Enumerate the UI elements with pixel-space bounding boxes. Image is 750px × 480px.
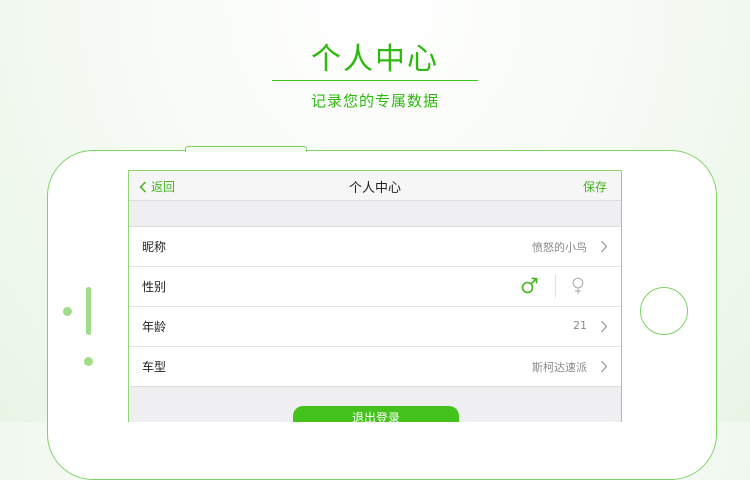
phone-side-button (86, 287, 91, 335)
chevron-right-icon (601, 240, 608, 253)
phone-camera-dot (63, 307, 72, 316)
app-screen: 返回 个人中心 保存 昵称 愤怒的小鸟 性别 年龄 21 车型 斯柯达速派 退出… (128, 170, 622, 422)
row-gender: 性别 (129, 267, 621, 307)
row-nickname[interactable]: 昵称 愤怒的小鸟 (129, 227, 621, 267)
male-icon[interactable] (521, 277, 538, 294)
promo-title: 个人中心 (311, 42, 439, 77)
row-age[interactable]: 年龄 21 (129, 307, 621, 347)
chevron-right-icon (601, 360, 608, 373)
save-button[interactable]: 保存 (583, 178, 607, 195)
gender-label: 性别 (142, 280, 167, 294)
profile-list: 昵称 愤怒的小鸟 性别 年龄 21 车型 斯柯达速派 (129, 226, 621, 387)
car-model-value: 斯柯达速派 (532, 361, 587, 374)
nickname-value: 愤怒的小鸟 (532, 241, 587, 254)
gender-divider (555, 275, 556, 298)
navigation-bar: 返回 个人中心 保存 (129, 171, 621, 201)
female-icon[interactable] (571, 277, 585, 295)
phone-home-button (640, 287, 688, 335)
nickname-label: 昵称 (142, 240, 167, 254)
age-value: 21 (573, 319, 587, 332)
phone-earpiece (185, 146, 307, 152)
row-car-model[interactable]: 车型 斯柯达速派 (129, 347, 621, 386)
age-label: 年龄 (142, 320, 167, 334)
page-title: 个人中心 (348, 181, 401, 196)
car-model-label: 车型 (142, 360, 167, 374)
promo-divider (272, 80, 478, 81)
promo-subtitle: 记录您的专属数据 (310, 92, 439, 110)
logout-button[interactable]: 退出登录 (293, 406, 459, 422)
phone-sensor-dot (84, 357, 93, 366)
chevron-right-icon (601, 320, 608, 333)
